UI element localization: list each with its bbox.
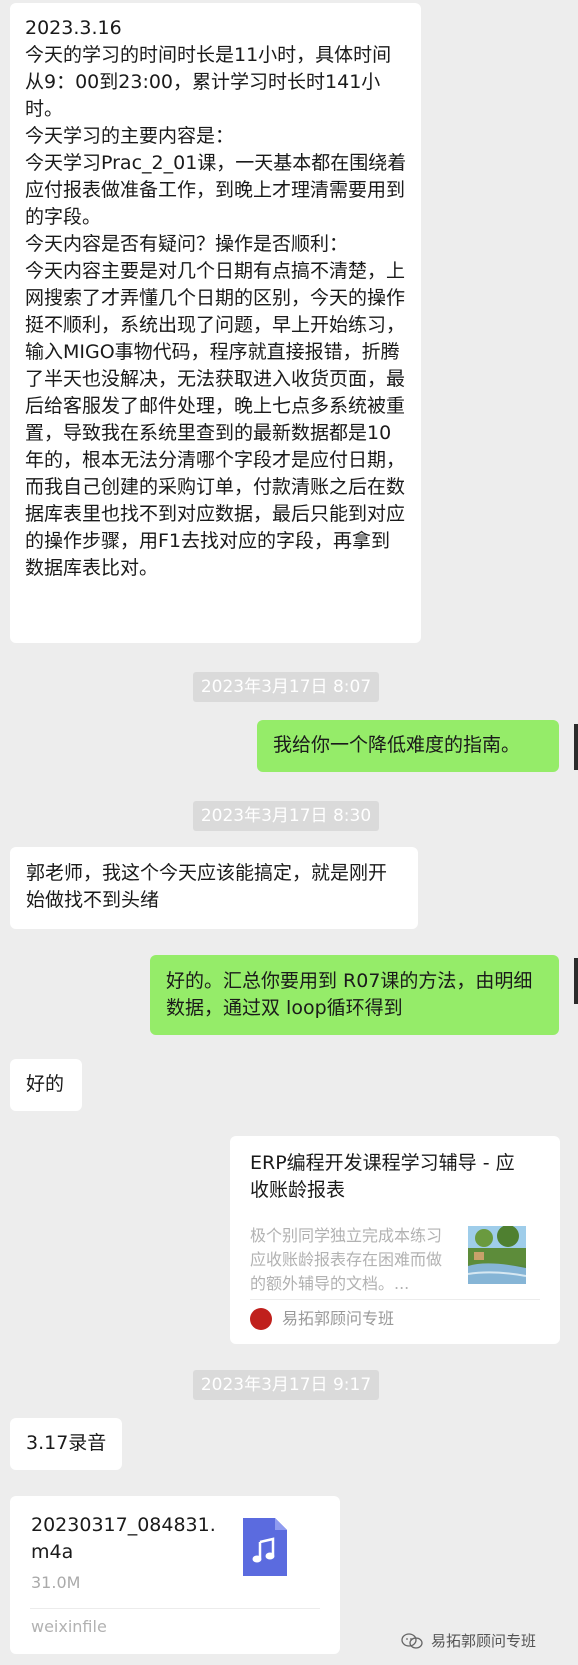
article-description: 极个别同学独立完成本练习应收账龄报表存在困难而做的额外辅导的文档。... xyxy=(250,1226,443,1293)
watermark: 易拓郭顾问专班 xyxy=(401,1630,536,1652)
wechat-official-account-icon xyxy=(401,1633,423,1649)
article-source-name: 易拓郭顾问专班 xyxy=(282,1309,395,1328)
chat-window: 2023.3.16 今天的学习的时间时长是11小时，具体时间从9：00到23:0… xyxy=(0,0,578,1665)
music-file-icon xyxy=(243,1518,287,1576)
watermark-text: 易拓郭顾问专班 xyxy=(430,1632,536,1650)
article-title: ERP编程开发课程学习辅导 - 应收账龄报表 xyxy=(250,1152,515,1201)
file-source: weixinfile xyxy=(31,1617,107,1636)
article-thumbnail-image xyxy=(468,1226,526,1284)
message-bubble-outgoing[interactable]: 我给你一个降低难度的指南。 xyxy=(257,720,559,772)
file-name: 20230317_084831.m4a xyxy=(31,1514,216,1563)
avatar-edge xyxy=(574,958,578,1004)
message-bubble-incoming[interactable]: 2023.3.16 今天的学习的时间时长是11小时，具体时间从9：00到23:0… xyxy=(10,3,421,643)
message-text: 好的。汇总你要用到 R07课的方法，由明细数据，通过双 loop循环得到 xyxy=(166,970,533,1019)
message-bubble-outgoing[interactable]: 好的。汇总你要用到 R07课的方法，由明细数据，通过双 loop循环得到 xyxy=(150,955,559,1035)
source-logo-icon xyxy=(250,1308,272,1330)
message-text: 3.17录音 xyxy=(26,1432,107,1454)
card-divider xyxy=(30,1608,320,1609)
message-text: 好的 xyxy=(26,1073,65,1095)
message-bubble-incoming[interactable]: 郭老师，我这个今天应该能搞定，就是刚开始做找不到头绪 xyxy=(10,847,418,929)
article-link-card[interactable]: ERP编程开发课程学习辅导 - 应收账龄报表 极个别同学独立完成本练习应收账龄报… xyxy=(230,1136,560,1344)
file-size: 31.0M xyxy=(31,1573,81,1592)
timestamp: 2023年3月17日 8:07 xyxy=(193,672,379,702)
file-attachment-card[interactable]: 20230317_084831.m4a 31.0M weixinfile xyxy=(10,1496,340,1654)
message-bubble-incoming[interactable]: 3.17录音 xyxy=(10,1418,122,1470)
message-text: 郭老师，我这个今天应该能搞定，就是刚开始做找不到头绪 xyxy=(26,862,388,911)
timestamp: 2023年3月17日 8:30 xyxy=(193,801,379,831)
message-text: 2023.3.16 今天的学习的时间时长是11小时，具体时间从9：00到23:0… xyxy=(25,17,407,579)
card-divider xyxy=(250,1299,540,1300)
message-text: 我给你一个降低难度的指南。 xyxy=(273,734,521,756)
timestamp: 2023年3月17日 9:17 xyxy=(193,1370,379,1400)
avatar-edge xyxy=(574,724,578,770)
message-bubble-incoming[interactable]: 好的 xyxy=(10,1059,82,1111)
